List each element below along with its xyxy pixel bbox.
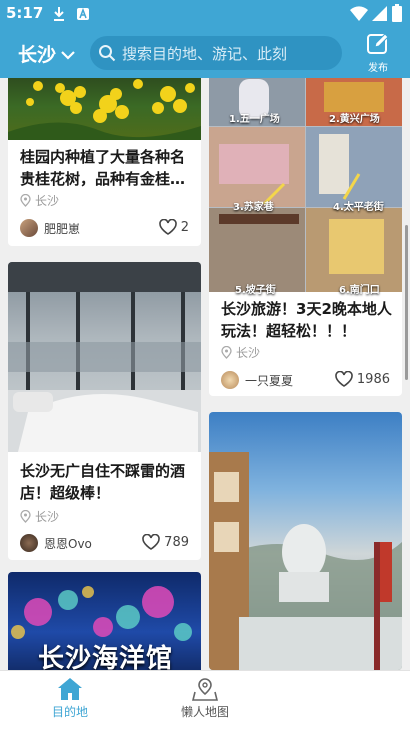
signal-icon [372,6,387,25]
image-label: 4.太平老街 [333,202,384,213]
app-notification-icon [76,6,90,25]
location-pin-icon [20,510,31,523]
post-location: 长沙 [20,192,59,209]
post-image-caption: 长沙海洋馆 [38,644,174,670]
location-text: 长沙 [35,194,60,208]
image-label: 5.坡子街 [235,285,276,296]
image-label: 1.五一广场 [229,114,280,125]
post-image [8,262,201,452]
tab-label: 目的地 [51,705,88,719]
post-title: 长沙旅游！3天2晚本地人玩法！超轻松！！！ [221,300,392,340]
heart-icon [142,534,160,550]
post-card[interactable]: 1.五一广场 2.黄兴广场 3.苏家巷 4.太平老街 5.坡子街 6.南门口 长… [209,78,402,396]
bottom-tab-bar: 目的地 懒人地图 [0,670,410,731]
tab-lazy-map[interactable]: 懒人地图 [155,677,255,720]
post-location: 长沙 [221,344,260,361]
map-pin-icon [192,678,218,701]
location-text: 长沙 [236,346,261,360]
post-image [209,412,402,670]
edit-icon [366,33,390,59]
search-bar[interactable]: 搜索目的地、游记、此刻 [90,36,342,70]
publish-button[interactable]: 发布 [360,32,396,74]
search-placeholder: 搜索目的地、游记、此刻 [122,44,288,63]
post-author[interactable]: 一只夏夏 [221,371,293,389]
location-text: 长沙 [35,510,60,524]
post-image: 长沙海洋馆 [8,572,201,670]
home-icon [58,678,82,700]
post-card[interactable]: 桂园内种植了大量各种名贵桂花树，品种有金桂… 长沙 肥肥崽 2 [8,78,201,246]
author-name: 肥肥崽 [44,221,81,236]
city-name: 长沙 [18,44,57,66]
author-name: 一只夏夏 [245,373,294,388]
post-image [8,78,201,140]
post-location: 长沙 [20,508,59,525]
post-card[interactable]: 长沙无广自住不踩雷的酒店！超级棒！ 长沙 恩恩Ovo 789 [8,262,201,560]
post-author[interactable]: 恩恩Ovo [20,534,92,552]
wifi-icon [350,6,368,25]
battery-icon [392,4,402,26]
post-author[interactable]: 肥肥崽 [20,219,80,237]
like-button[interactable]: 789 [142,534,189,550]
image-label: 6.南门口 [339,285,380,296]
heart-icon [335,371,353,387]
city-selector[interactable]: 长沙 [18,40,76,67]
location-pin-icon [221,346,232,359]
top-bar: 5:17 长沙 搜索目的地、游记、此刻 发布 [0,0,410,78]
author-name: 恩恩Ovo [44,536,92,551]
chevron-down-icon [60,43,76,65]
like-count: 1986 [356,371,390,387]
like-count: 2 [180,219,189,235]
like-button[interactable]: 2 [158,219,189,235]
like-button[interactable]: 1986 [335,371,390,387]
post-title: 桂园内种植了大量各种名贵桂花树，品种有金桂… [20,148,186,188]
post-card[interactable]: 长沙海洋馆 [8,572,201,670]
download-icon [52,6,66,26]
post-card[interactable] [209,412,402,670]
image-label: 3.苏家巷 [233,202,274,213]
avatar [221,371,239,389]
content-feed[interactable]: 桂园内种植了大量各种名贵桂花树，品种有金桂… 长沙 肥肥崽 2 长沙无广自住不踩… [0,78,410,670]
like-count: 789 [164,534,189,550]
scrollbar[interactable] [405,225,408,380]
status-bar: 5:17 [0,0,410,28]
status-time: 5:17 [6,4,44,22]
location-pin-icon [20,194,31,207]
app-bar: 长沙 搜索目的地、游记、此刻 发布 [0,28,410,78]
post-image: 1.五一广场 2.黄兴广场 3.苏家巷 4.太平老街 5.坡子街 6.南门口 [209,78,402,296]
image-label: 2.黄兴广场 [329,114,380,125]
avatar [20,534,38,552]
search-icon [98,44,116,62]
tab-label: 懒人地图 [180,705,229,719]
avatar [20,219,38,237]
tab-destination[interactable]: 目的地 [20,677,120,720]
post-title: 长沙无广自住不踩雷的酒店！超级棒！ [20,462,186,502]
heart-icon [158,219,177,235]
publish-label: 发布 [368,63,388,74]
